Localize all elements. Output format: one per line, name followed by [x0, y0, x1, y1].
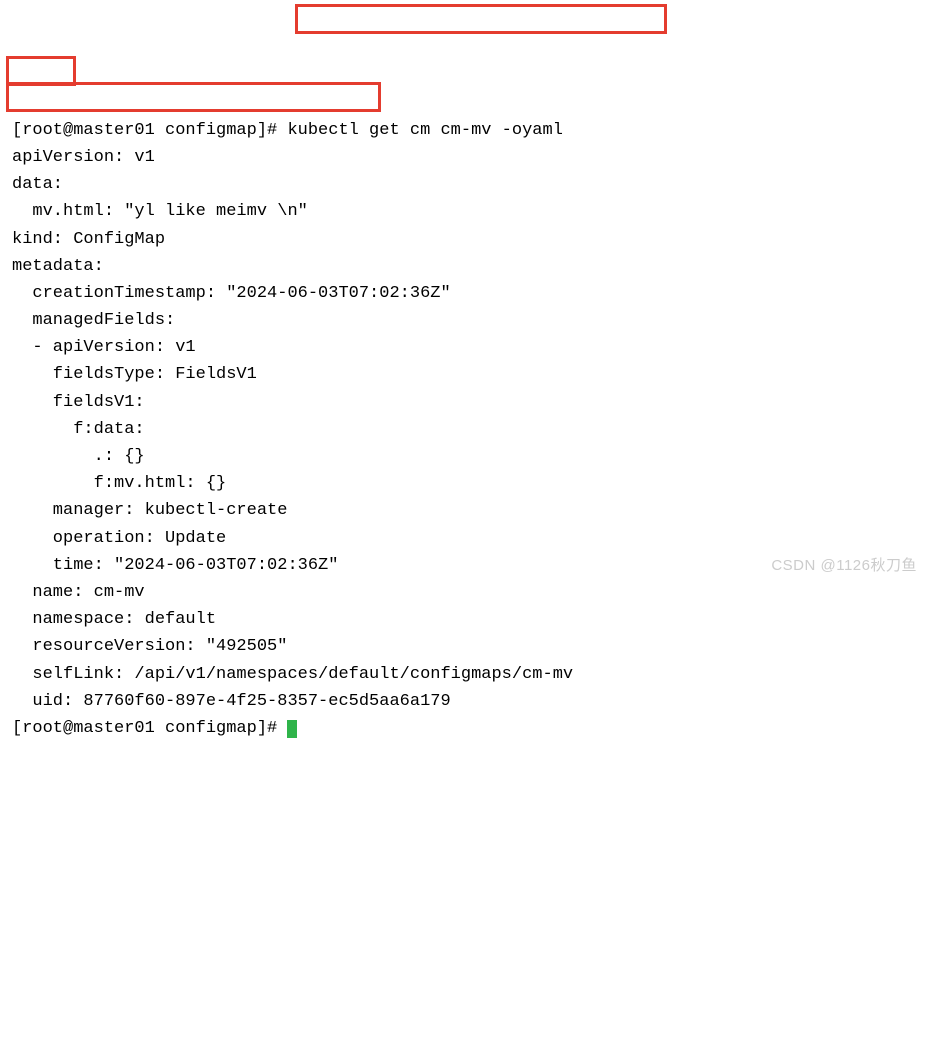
terminal-output-line: mv.html: "yl like meimv \n" — [12, 198, 915, 225]
terminal-output-line: .: {} — [12, 443, 915, 470]
terminal-output-line: namespace: default — [12, 606, 915, 633]
highlight-box-command — [295, 4, 667, 34]
terminal-output-line: fieldsType: FieldsV1 — [12, 361, 915, 388]
terminal-output-line: uid: 87760f60-897e-4f25-8357-ec5d5aa6a17… — [12, 688, 915, 715]
terminal-output-line: manager: kubectl-create — [12, 497, 915, 524]
terminal-output-line: selfLink: /api/v1/namespaces/default/con… — [12, 661, 915, 688]
terminal-line-prompt-command: [root@master01 configmap]# kubectl get c… — [12, 117, 915, 144]
terminal-output-line: resourceVersion: "492505" — [12, 633, 915, 660]
terminal-output-line: name: cm-mv — [12, 579, 915, 606]
terminal-output-line: fieldsV1: — [12, 389, 915, 416]
terminal-output-line: apiVersion: v1 — [12, 144, 915, 171]
terminal-line-prompt[interactable]: [root@master01 configmap]# — [12, 715, 915, 742]
terminal-output-line: data: — [12, 171, 915, 198]
highlight-box-data-key — [6, 56, 76, 86]
terminal-output-line: operation: Update — [12, 525, 915, 552]
terminal-output-line: creationTimestamp: "2024-06-03T07:02:36Z… — [12, 280, 915, 307]
watermark-text: CSDN @1126秋刀鱼 — [771, 554, 917, 578]
cursor-icon — [287, 720, 297, 738]
highlight-box-data-value — [6, 82, 381, 112]
prompt-text: [root@master01 configmap]# — [12, 719, 287, 738]
terminal-output-line: metadata: — [12, 253, 915, 280]
terminal-output-line: - apiVersion: v1 — [12, 334, 915, 361]
terminal-output-line: managedFields: — [12, 307, 915, 334]
terminal-output-line: f:mv.html: {} — [12, 470, 915, 497]
terminal-output-line: kind: ConfigMap — [12, 226, 915, 253]
terminal-output-line: f:data: — [12, 416, 915, 443]
